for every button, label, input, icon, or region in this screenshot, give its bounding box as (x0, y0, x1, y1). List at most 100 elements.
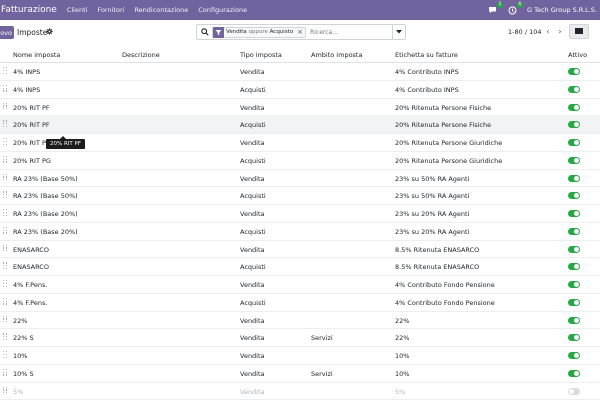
active-toggle[interactable] (568, 227, 580, 235)
cell-type: Vendita (240, 139, 265, 147)
search-options-chevron-down-icon[interactable] (392, 25, 405, 39)
cell-type: Vendita (240, 316, 265, 325)
active-toggle[interactable] (568, 369, 580, 377)
active-toggle[interactable] (568, 156, 580, 164)
active-toggle[interactable] (568, 103, 580, 111)
drag-handle-icon[interactable] (3, 173, 8, 182)
drag-handle-icon[interactable] (3, 386, 8, 395)
active-toggle[interactable] (568, 121, 580, 129)
table-row[interactable]: 4% INPS Vendita 4% Contributo INPS (0, 63, 600, 81)
cell-label: 20% Ritenuta Persone Fisiche (395, 103, 492, 112)
cell-label: 20% Ritenuta Persone Giuridiche (395, 139, 503, 147)
active-toggle[interactable] (568, 192, 580, 200)
new-button[interactable]: ovo (0, 26, 14, 39)
table-row[interactable]: 22% S Vendita Servizi 22% (0, 329, 600, 347)
pager-previous-icon[interactable]: ‹ (543, 26, 553, 37)
cell-type: Acquisti (240, 227, 266, 236)
cell-name: RA 23% (Base 50%) (13, 192, 78, 201)
cell-scope: Servizi (311, 369, 333, 378)
column-header-label[interactable]: Etichetta su fatture (395, 51, 458, 59)
drag-handle-icon[interactable] (3, 155, 8, 164)
app-title[interactable]: Fatturazione (1, 5, 57, 15)
column-header-scope[interactable]: Ambito imposta (311, 51, 362, 59)
activity-clock-icon[interactable]: 6 (507, 2, 523, 16)
cell-name: 10% (13, 352, 28, 360)
table-row[interactable]: RA 23% (Base 20%) Vendita 23% su 20% RA Ag… (0, 205, 600, 223)
active-toggle[interactable] (568, 387, 580, 395)
table-row[interactable]: 5% Vendita 5% (0, 383, 600, 400)
drag-handle-icon[interactable] (3, 102, 8, 111)
active-toggle[interactable] (568, 85, 580, 93)
active-toggle[interactable] (568, 281, 580, 288)
drag-handle-icon[interactable] (3, 315, 8, 324)
drag-handle-icon[interactable] (3, 67, 8, 75)
active-toggle[interactable] (568, 352, 580, 359)
cell-label: 4% Contributo INPS (395, 85, 459, 94)
cell-label: 5% (395, 387, 406, 396)
tooltip: 20% RIT PF (46, 136, 86, 149)
menu-configurazione[interactable]: Configurazione (198, 6, 247, 14)
table-row[interactable]: ENASARCO Acquisti 8.5% Ritenuta ENASARCO (0, 258, 600, 276)
table-row[interactable]: 4% INPS Acquisti 4% Contributo INPS (0, 81, 600, 99)
table-row[interactable]: 10% Vendita 10% (0, 347, 600, 365)
cell-type: Acquisti (240, 121, 266, 130)
active-toggle[interactable] (568, 334, 580, 342)
facet-remove-icon[interactable]: × (295, 28, 305, 36)
cell-type: Vendita (240, 387, 265, 396)
drag-handle-icon[interactable] (3, 120, 8, 128)
table-row[interactable]: 20% RIT PG Acquisti 20% Ritenuta Persone G… (0, 152, 600, 170)
active-toggle[interactable] (568, 139, 580, 146)
column-header-description[interactable]: Descrizione (122, 51, 160, 59)
table-row[interactable]: 4% F.Pens. Vendita 4% Contributo Fondo Pen… (0, 276, 600, 294)
table-row[interactable]: ENASARCO Vendita 8.5% Ritenuta ENASARCO (0, 241, 600, 259)
table-row[interactable]: 10% S Vendita Servizi 10% (0, 365, 600, 383)
menu-rendicontazione[interactable]: Rendicontazione (134, 6, 188, 14)
table-row[interactable]: 4% F.Pens. Acquisti 4% Contributo Fondo Pe… (0, 294, 600, 312)
chat-icon[interactable]: 1 (487, 2, 503, 16)
active-toggle[interactable] (568, 316, 580, 324)
drag-handle-icon[interactable] (3, 351, 8, 359)
column-header-active[interactable]: Attivo (568, 51, 587, 59)
table-row[interactable]: RA 23% (Base 20%) Acquisti 23% su 20% RA A… (0, 223, 600, 241)
table-row[interactable]: 20% RIT PF Vendita 20% Ritenuta Persone Fi… (0, 99, 600, 117)
cell-type: Vendita (240, 103, 265, 112)
drag-handle-icon[interactable] (3, 244, 8, 253)
pager-value[interactable]: 1-80 / 104 (508, 28, 541, 36)
table-row[interactable]: RA 23% (Base 50%) Acquisti 23% su 50% RA A… (0, 187, 600, 205)
drag-handle-icon[interactable] (3, 84, 8, 93)
cell-label: 22% (395, 316, 410, 325)
list-view-button[interactable] (569, 24, 589, 39)
table-row[interactable]: 20% RIT PF Acquisti 20% Ritenuta Persone F… (0, 116, 600, 134)
active-toggle[interactable] (568, 210, 580, 217)
drag-handle-icon[interactable] (3, 280, 8, 288)
table-row[interactable]: 22% Vendita 22% (0, 312, 600, 330)
drag-handle-icon[interactable] (3, 138, 8, 146)
drag-handle-icon[interactable] (3, 262, 8, 270)
search-input[interactable] (310, 28, 391, 36)
gear-icon[interactable] (45, 27, 53, 35)
drag-handle-icon[interactable] (3, 226, 8, 235)
active-toggle[interactable] (568, 298, 580, 306)
menu-clienti[interactable]: Clienti (67, 6, 88, 14)
cell-name: 4% INPS (13, 68, 41, 76)
drag-handle-icon[interactable] (3, 368, 8, 377)
menu-fornitori[interactable]: Fornitori (97, 6, 124, 14)
drag-handle-icon[interactable] (3, 333, 8, 341)
table-row[interactable]: RA 23% (Base 50%) Vendita 23% su 50% RA Ag… (0, 170, 600, 188)
active-toggle[interactable] (568, 68, 580, 75)
drag-handle-icon[interactable] (3, 209, 8, 217)
cell-name: RA 23% (Base 20%) (13, 227, 78, 236)
company-switcher[interactable]: G Tech Group S.R.L.S. (527, 6, 597, 14)
cell-label: 20% Ritenuta Persone Fisiche (395, 121, 492, 130)
column-header-name[interactable]: Nome imposta (13, 51, 60, 59)
filter-facet[interactable]: Vendita oppure Acquisto × (212, 26, 307, 38)
active-toggle[interactable] (568, 263, 580, 271)
drag-handle-icon[interactable] (3, 297, 8, 306)
cell-label: 23% su 50% RA Agenti (395, 192, 470, 201)
active-toggle[interactable] (568, 174, 580, 182)
drag-handle-icon[interactable] (3, 191, 8, 199)
table-row[interactable]: 20% RIT PG Vendita 20% Ritenuta Persone Gi… (0, 134, 600, 152)
column-header-type[interactable]: Tipo imposta (240, 51, 282, 59)
pager-next-icon[interactable]: › (555, 26, 565, 37)
active-toggle[interactable] (568, 245, 580, 253)
